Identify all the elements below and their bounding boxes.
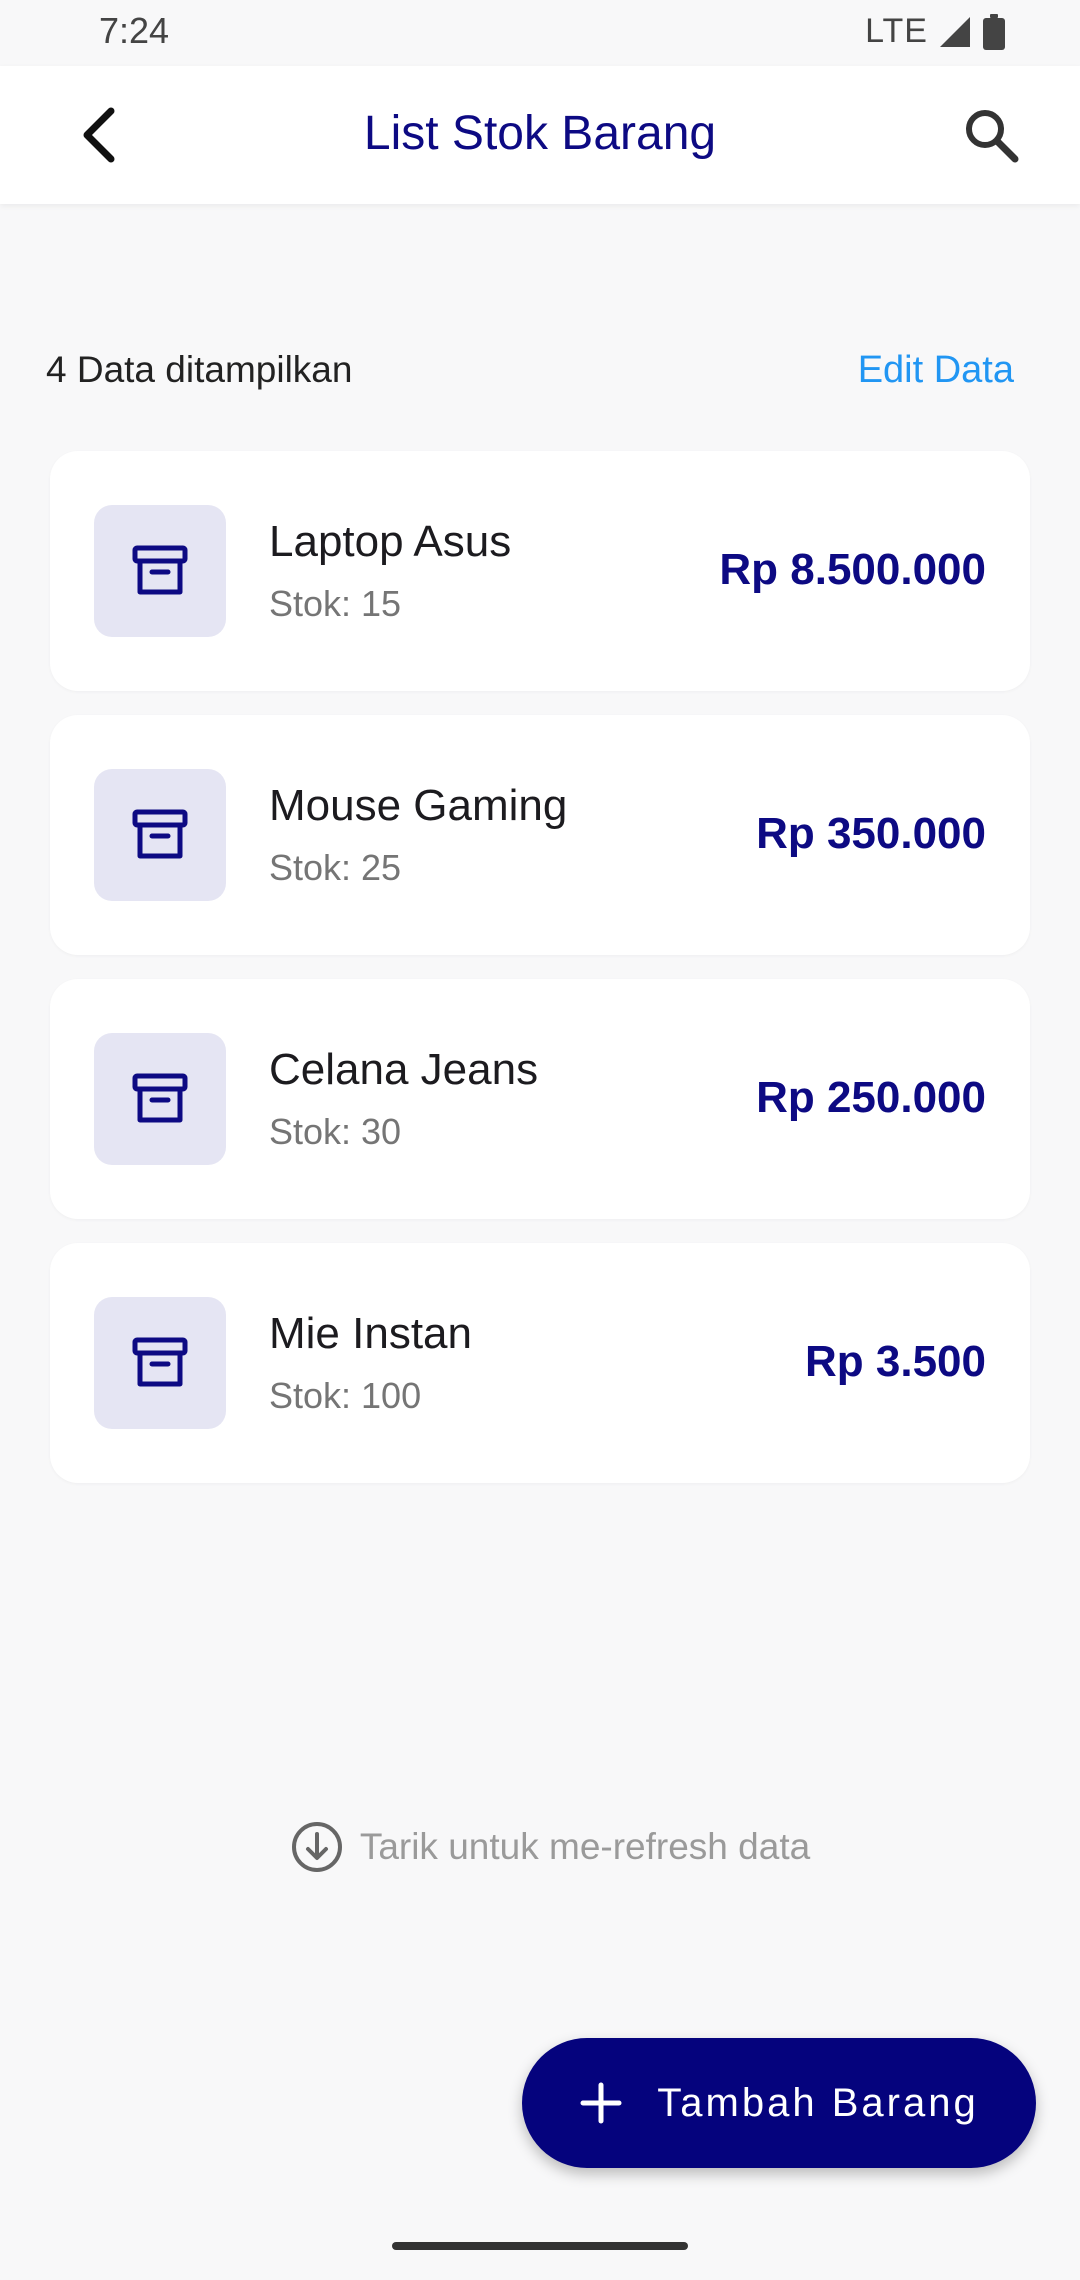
signal-icon [940,16,970,47]
page-title: List Stok Barang [363,107,717,160]
item-icon-container [94,769,226,901]
arrow-down-circle-icon [291,1822,342,1872]
archive-box-icon [132,809,188,859]
item-name: Laptop Asus [269,517,512,566]
item-price: Rp 350.000 [756,809,986,858]
status-icons: LTE [865,12,1006,51]
list-item[interactable]: Mouse Gaming Stok: 25 Rp 350.000 [50,715,1030,955]
list-item[interactable]: Celana Jeans Stok: 30 Rp 250.000 [50,979,1030,1219]
item-icon-container [94,505,226,637]
item-stock: Stok: 15 [269,583,402,624]
data-count-label: 4 Data ditampilkan [46,349,353,390]
item-list: Laptop Asus Stok: 15 Rp 8.500.000 Mouse … [50,451,1030,1507]
item-name: Mie Instan [269,1309,472,1358]
item-icon-container [94,1297,226,1429]
refresh-hint-text: Tarik untuk me-refresh data [359,1826,811,1867]
search-icon [966,110,1019,163]
battery-icon [983,13,1005,50]
list-item[interactable]: Laptop Asus Stok: 15 Rp 8.500.000 [50,451,1030,691]
archive-box-icon [132,545,188,595]
item-price: Rp 8.500.000 [719,545,986,594]
edit-data-link[interactable]: Edit Data [858,349,1014,392]
item-stock: Stok: 100 [269,1375,422,1416]
add-item-button[interactable]: Tambah Barang [522,2038,1036,2168]
plus-icon [580,2082,622,2124]
home-indicator[interactable] [392,2242,688,2250]
item-stock: Stok: 30 [269,1111,402,1152]
search-button[interactable] [952,96,1030,174]
status-time: 7:24 [99,10,170,51]
network-type: LTE [865,12,928,50]
list-item[interactable]: Mie Instan Stok: 100 Rp 3.500 [50,1243,1030,1483]
status-bar: 7:24 LTE [0,0,1080,66]
archive-box-icon [132,1337,188,1387]
item-price: Rp 250.000 [756,1073,986,1122]
item-price: Rp 3.500 [805,1337,986,1386]
item-icon-container [94,1033,226,1165]
item-name: Celana Jeans [269,1045,539,1094]
list-header: 4 Data ditampilkan Edit Data [46,345,1014,395]
item-stock: Stok: 25 [269,847,402,888]
refresh-hint: Tarik untuk me-refresh data [0,1820,1080,1874]
item-name: Mouse Gaming [269,781,568,830]
add-item-label: Tambah Barang [657,2080,979,2125]
archive-box-icon [132,1073,188,1123]
app-bar: List Stok Barang [0,66,1080,204]
